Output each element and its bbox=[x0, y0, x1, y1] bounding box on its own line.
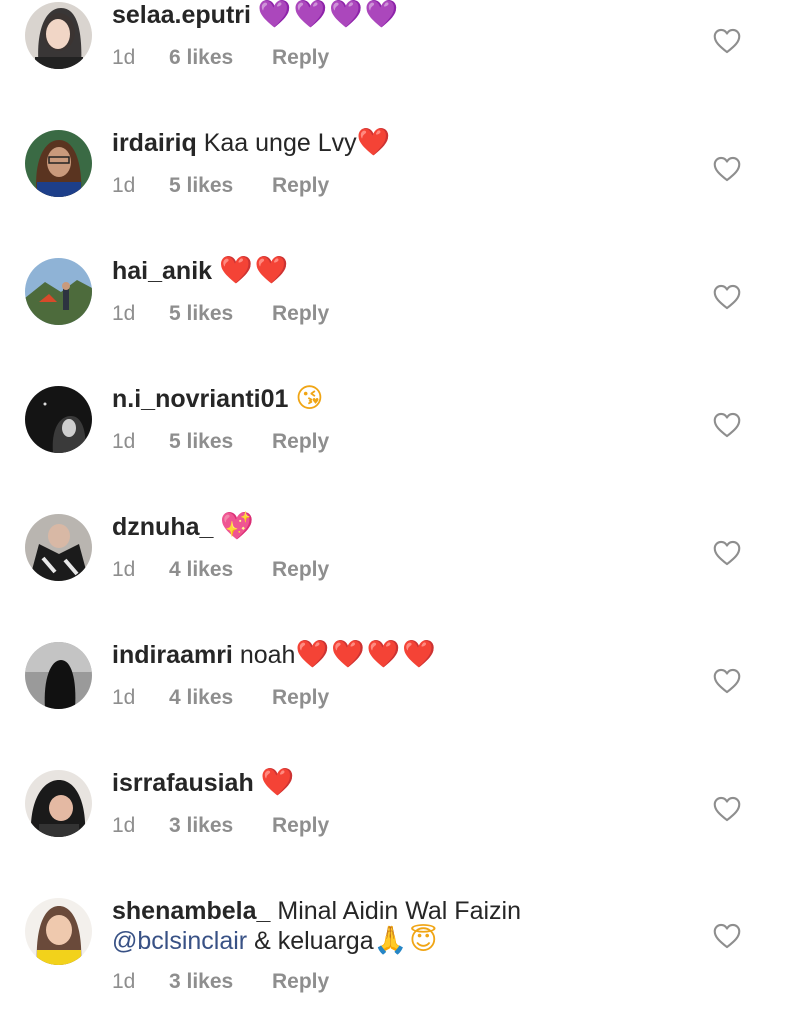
comment-likes[interactable]: 6 likes bbox=[169, 45, 272, 71]
comment-meta: 1d 4 likes Reply bbox=[112, 557, 329, 583]
comment-emoji: 💖 bbox=[220, 511, 256, 542]
comment-time: 1d bbox=[112, 430, 136, 453]
comment-username[interactable]: irdairiq bbox=[112, 129, 197, 157]
comment-meta: 1d 5 likes Reply bbox=[112, 301, 329, 327]
comment-line: irdairiq Kaa unge Lvy❤️ bbox=[112, 128, 392, 158]
reply-button[interactable]: Reply bbox=[272, 429, 329, 455]
comment-likes[interactable]: 4 likes bbox=[169, 557, 272, 583]
comment-time: 1d bbox=[112, 814, 136, 837]
avatar[interactable] bbox=[25, 2, 92, 69]
comment-emoji: ❤️ bbox=[260, 767, 297, 798]
comments-list: selaa.eputri 💜💜💜💜 1d 6 likes Reply irdairi… bbox=[0, 0, 786, 1024]
comment-likes[interactable]: 5 likes bbox=[169, 173, 272, 199]
comment-emoji: 🙏😇 bbox=[373, 925, 440, 956]
comment-likes[interactable]: 4 likes bbox=[169, 685, 272, 711]
comment-meta: 1d 4 likes Reply bbox=[112, 685, 329, 711]
heart-outline-icon[interactable] bbox=[713, 284, 741, 310]
comment-emoji: 💜💜💜💜 bbox=[257, 0, 401, 30]
comment-line: indiraamri noah❤️❤️❤️❤️ bbox=[112, 640, 438, 670]
avatar[interactable] bbox=[25, 514, 92, 581]
reply-button[interactable]: Reply bbox=[272, 301, 329, 327]
avatar[interactable] bbox=[25, 898, 92, 965]
comment-line: hai_anik ❤️❤️ bbox=[112, 256, 290, 286]
comment-likes[interactable]: 5 likes bbox=[169, 429, 272, 455]
reply-button[interactable]: Reply bbox=[272, 173, 329, 199]
heart-outline-icon[interactable] bbox=[713, 540, 741, 566]
reply-button[interactable]: Reply bbox=[272, 557, 329, 583]
heart-outline-icon[interactable] bbox=[713, 156, 741, 182]
comment-likes[interactable]: 5 likes bbox=[169, 301, 272, 327]
comment-username[interactable]: shenambela_ bbox=[112, 897, 270, 925]
avatar[interactable] bbox=[25, 258, 92, 325]
comment-line: n.i_novrianti01 😘 bbox=[112, 384, 326, 414]
comment-time: 1d bbox=[112, 46, 136, 69]
heart-outline-icon[interactable] bbox=[713, 28, 741, 54]
comment-meta: 1d 6 likes Reply bbox=[112, 45, 329, 71]
comment-emoji: ❤️❤️ bbox=[219, 255, 291, 286]
comment-emoji: ❤️ bbox=[356, 127, 393, 158]
comment-text: noah bbox=[239, 641, 296, 669]
comment-meta: 1d 3 likes Reply bbox=[112, 969, 329, 995]
heart-outline-icon[interactable] bbox=[713, 668, 741, 694]
comment-meta: 1d 5 likes Reply bbox=[112, 429, 329, 455]
reply-button[interactable]: Reply bbox=[272, 969, 329, 995]
comment-meta: 1d 3 likes Reply bbox=[112, 813, 329, 839]
heart-outline-icon[interactable] bbox=[713, 796, 741, 822]
comment-username[interactable]: selaa.eputri bbox=[112, 1, 251, 29]
comment-line: selaa.eputri 💜💜💜💜 bbox=[112, 0, 400, 30]
comment-time: 1d bbox=[112, 970, 136, 993]
comment-username[interactable]: indiraamri bbox=[112, 641, 233, 669]
comment-time: 1d bbox=[112, 302, 136, 325]
comment-likes[interactable]: 3 likes bbox=[169, 969, 272, 995]
avatar[interactable] bbox=[25, 130, 92, 197]
comment-emoji: ❤️❤️❤️❤️ bbox=[295, 639, 438, 670]
comment-emoji: 😘 bbox=[295, 383, 326, 414]
comment-line: isrrafausiah ❤️ bbox=[112, 768, 296, 798]
comment-time: 1d bbox=[112, 174, 136, 197]
comment-mention[interactable]: @bclsinclair bbox=[112, 927, 247, 955]
heart-outline-icon[interactable] bbox=[713, 923, 741, 949]
comment-text: & keluarga bbox=[254, 927, 374, 955]
comment-text: Kaa unge Lvy bbox=[203, 129, 357, 157]
comment-time: 1d bbox=[112, 558, 136, 581]
comment-line-2: @bclsinclair & keluarga🙏😇 bbox=[112, 926, 439, 956]
reply-button[interactable]: Reply bbox=[272, 45, 329, 71]
comment-username[interactable]: n.i_novrianti01 bbox=[112, 385, 288, 413]
reply-button[interactable]: Reply bbox=[272, 813, 329, 839]
avatar[interactable] bbox=[25, 770, 92, 837]
avatar[interactable] bbox=[25, 386, 92, 453]
reply-button[interactable]: Reply bbox=[272, 685, 329, 711]
heart-outline-icon[interactable] bbox=[713, 412, 741, 438]
avatar[interactable] bbox=[25, 642, 92, 709]
comment-username[interactable]: hai_anik bbox=[112, 257, 212, 285]
comment-line: dznuha_ 💖 bbox=[112, 512, 256, 542]
comment-meta: 1d 5 likes Reply bbox=[112, 173, 329, 199]
comment-text: Minal Aidin Wal Faizin bbox=[277, 897, 521, 925]
comment-username[interactable]: dznuha_ bbox=[112, 513, 213, 541]
comment-likes[interactable]: 3 likes bbox=[169, 813, 272, 839]
comment-time: 1d bbox=[112, 686, 136, 709]
comment-username[interactable]: isrrafausiah bbox=[112, 769, 254, 797]
comment-line: shenambela_ Minal Aidin Wal Faizin bbox=[112, 896, 521, 926]
